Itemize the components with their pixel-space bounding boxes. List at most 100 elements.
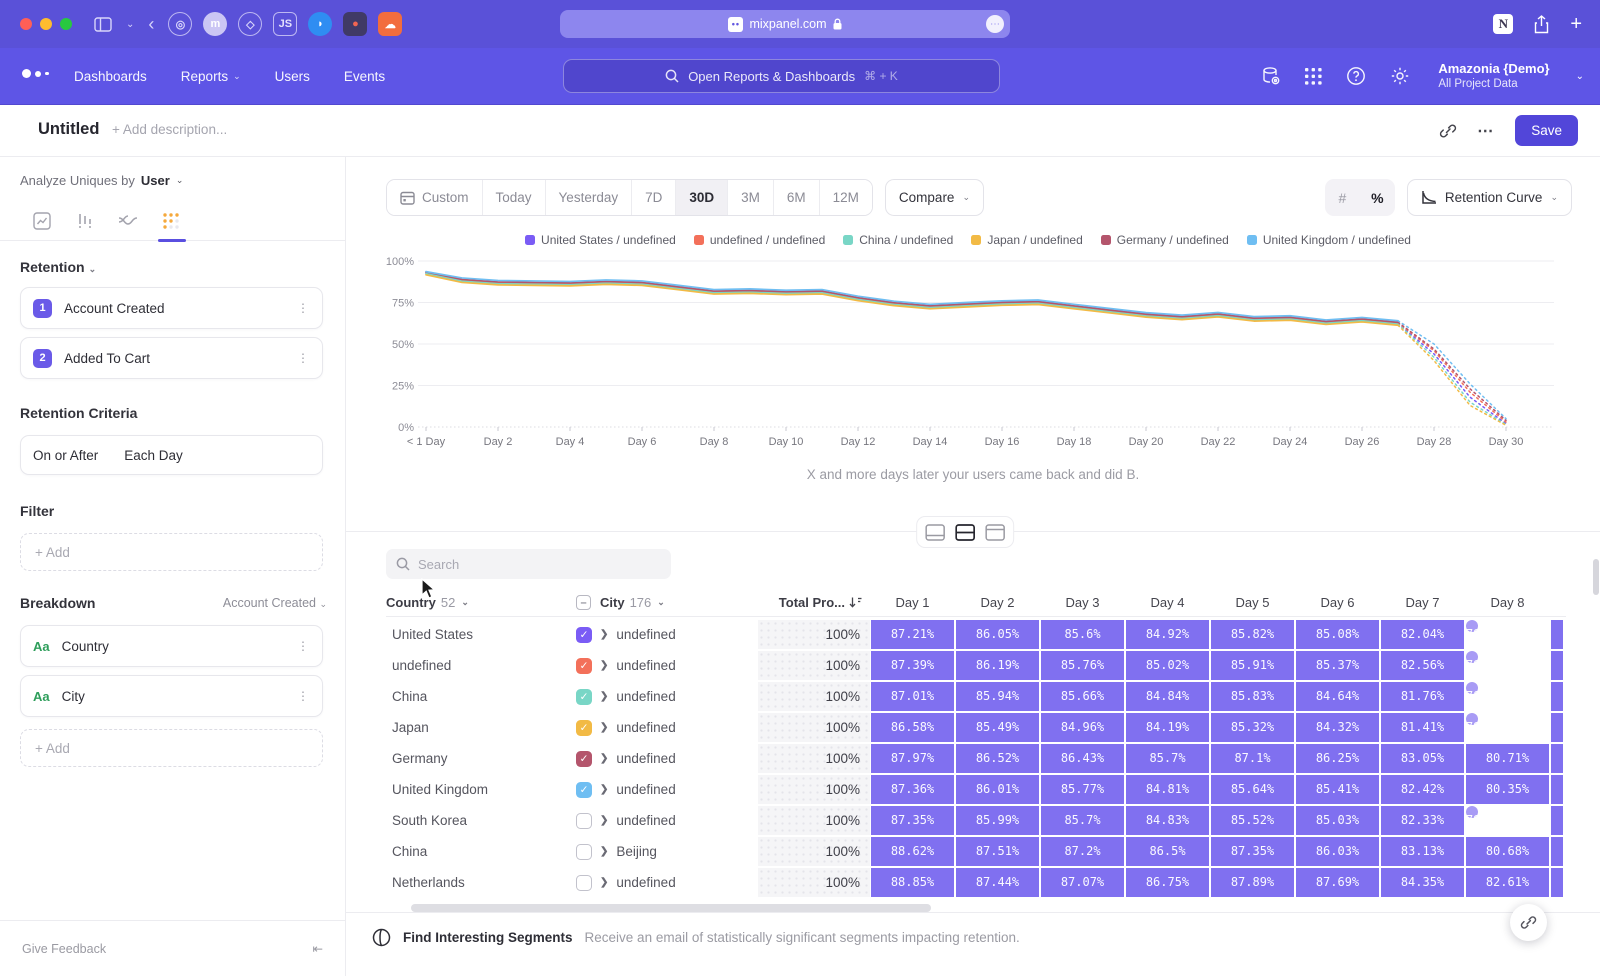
date-range-30d[interactable]: 30D [676,180,728,215]
retention-cell[interactable]: 87.35% [871,806,954,835]
retention-cell[interactable]: 84.81% [1126,775,1209,804]
retention-step-1[interactable]: 1 Account Created ⋮ [20,287,323,329]
retention-cell[interactable]: 86.5% [1126,837,1209,866]
select-all-checkbox-indeterminate[interactable]: – [576,595,591,610]
retention-cell[interactable]: 85.03% [1296,806,1379,835]
row-checkbox[interactable]: ✓ [576,751,592,767]
table-search[interactable] [386,549,671,579]
minimize-window-button[interactable] [40,18,52,30]
row-checkbox[interactable] [576,813,592,829]
help-icon[interactable] [1346,66,1366,86]
retention-cell[interactable]: 81.76% [1381,682,1464,711]
vertical-scrollbar[interactable] [1593,559,1599,595]
date-range-6m[interactable]: 6M [774,180,820,215]
retention-cell[interactable]: 85.77% [1041,775,1124,804]
retention-cell[interactable]: 88.62% [871,837,954,866]
share-icon[interactable] [1533,15,1550,34]
breakdown-event-dropdown[interactable]: Account Created ⌄ [223,596,327,610]
retention-cell[interactable]: 84.83% [1126,806,1209,835]
retention-cell[interactable]: 85.94% [956,682,1039,711]
column-day-5[interactable]: Day 5 [1210,589,1295,616]
retention-cell[interactable]: 80.71% [1466,744,1549,773]
notion-extension-icon[interactable]: N [1493,14,1513,34]
retention-cell[interactable]: 85.91% [1211,651,1294,680]
expand-row-icon[interactable]: ❯ [600,660,608,671]
retention-cell[interactable]: 85.52% [1211,806,1294,835]
retention-cell[interactable]: 87.2% [1041,837,1124,866]
retention-cell[interactable]: 84.96% [1041,713,1124,742]
retention-cell[interactable]: 85.83% [1211,682,1294,711]
tab-insights[interactable] [28,207,56,235]
project-chevron-icon[interactable]: ⌄ [1576,71,1584,82]
find-segments-link[interactable]: Find Interesting Segments [403,930,573,945]
retention-cell[interactable]: 85.6% [1041,620,1124,649]
breakdown-country[interactable]: Aa Country ⋮ [20,625,323,667]
retention-cell[interactable]: 86.01% [956,775,1039,804]
retention-cell[interactable]: 88.85% [871,868,954,897]
retention-cell[interactable]: 85.64% [1211,775,1294,804]
unit-absolute-toggle[interactable]: # [1325,179,1360,216]
layout-top-panel-icon[interactable] [982,520,1008,544]
row-checkbox[interactable]: ✓ [576,689,592,705]
column-day-1[interactable]: Day 1 [870,589,955,616]
retention-cell[interactable]: 86.25% [1296,744,1379,773]
retention-cell[interactable]: 80.35% [1466,775,1549,804]
new-tab-icon[interactable]: + [1570,13,1582,36]
chevron-down-icon[interactable]: ⌄ [126,19,134,30]
chart-type-dropdown[interactable]: Retention Curve⌄ [1407,179,1572,216]
save-button[interactable]: Save [1515,115,1578,146]
legend-item[interactable]: United States / undefined [525,233,676,247]
legend-item[interactable]: Japan / undefined [971,233,1082,247]
analyze-value-dropdown[interactable]: User [141,173,170,188]
retention-cell[interactable]: 86.43% [1041,744,1124,773]
expand-row-icon[interactable]: ❯ [600,815,608,826]
apps-grid-icon[interactable] [1305,68,1322,85]
step-options-icon[interactable]: ⋮ [297,301,310,315]
url-more-icon[interactable]: ⋯ [986,15,1004,33]
url-bar[interactable]: •• mixpanel.com ⋯ [560,10,1010,38]
step-options-icon[interactable]: ⋮ [297,351,310,365]
expand-row-icon[interactable]: ❯ [600,877,608,888]
retention-cell[interactable]: 81.41% [1381,713,1464,742]
retention-cell[interactable]: 85.99% [956,806,1039,835]
retention-cell[interactable]: 82.42% [1381,775,1464,804]
retention-section-label[interactable]: Retention⌄ [20,259,96,275]
soundcloud-icon[interactable]: ☁ [378,12,402,36]
date-range-3m[interactable]: 3M [728,180,774,215]
bird-icon[interactable]: ◗ [308,12,332,36]
column-day-3[interactable]: Day 3 [1040,589,1125,616]
retention-cell[interactable]: 82.61% [1466,868,1549,897]
date-range-12m[interactable]: 12M [820,180,872,215]
retention-cell[interactable]: 85.49% [956,713,1039,742]
breakdown-options-icon[interactable]: ⋮ [297,689,310,703]
table-search-input[interactable] [418,557,648,572]
retention-cell[interactable]: 87.69% [1296,868,1379,897]
retention-cell[interactable]: 87.07% [1041,868,1124,897]
date-range-custom[interactable]: Custom [387,180,483,215]
retention-cell[interactable]: 86.52% [956,744,1039,773]
nav-item-reports[interactable]: Reports⌄ [181,69,241,84]
retention-cell[interactable]: 87.21% [871,620,954,649]
back-icon[interactable]: ‹ [148,14,154,35]
retention-cell[interactable]: 85.66% [1041,682,1124,711]
date-range-today[interactable]: Today [483,180,546,215]
column-day-7[interactable]: Day 7 [1380,589,1465,616]
legend-item[interactable]: United Kingdom / undefined [1247,233,1411,247]
legend-item[interactable]: China / undefined [843,233,953,247]
column-city[interactable]: – City176⌄ [576,589,758,616]
retention-cell[interactable]: 79.62% [1466,806,1478,818]
layout-bottom-panel-icon[interactable] [922,520,948,544]
layout-split-panel-icon-active[interactable] [952,520,978,544]
retention-cell[interactable]: 85.7% [1126,744,1209,773]
row-checkbox[interactable]: ✓ [576,627,592,643]
legend-item[interactable]: undefined / undefined [694,233,825,247]
retention-cell[interactable]: 87.89% [1211,868,1294,897]
legend-item[interactable]: Germany / undefined [1101,233,1229,247]
tab-funnels[interactable] [71,207,99,235]
column-day-6[interactable]: Day 6 [1295,589,1380,616]
date-range-7d[interactable]: 7D [632,180,676,215]
global-search-button[interactable]: Open Reports & Dashboards ⌘ + K [563,59,1000,93]
report-title[interactable]: Untitled [38,120,99,139]
retention-cell[interactable]: 85.37% [1296,651,1379,680]
data-management-icon[interactable] [1261,66,1281,86]
